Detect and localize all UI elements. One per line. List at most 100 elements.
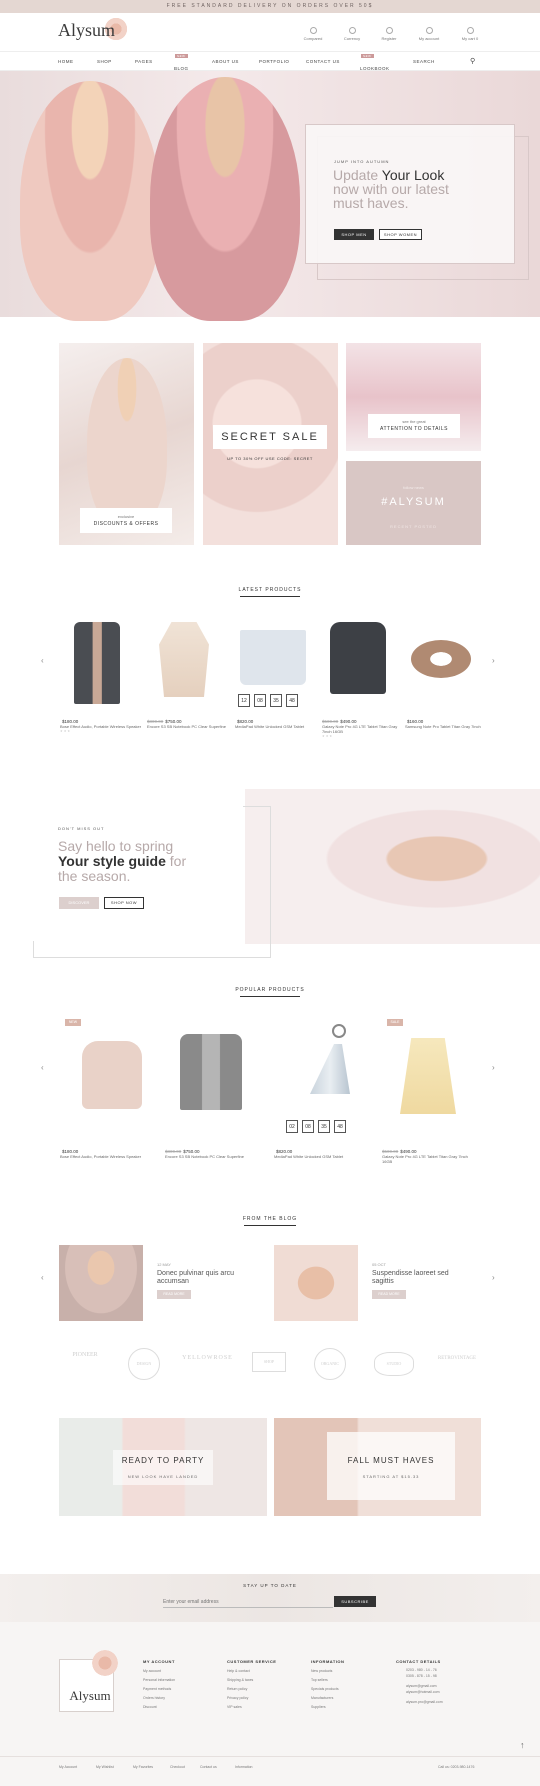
sale-badge: SALE bbox=[387, 1019, 403, 1026]
footer-link[interactable]: Discount bbox=[143, 1703, 218, 1712]
spring-line2-bold: Your style guide bbox=[58, 853, 166, 869]
party-banner-title: READY TO PARTY bbox=[121, 1456, 205, 1465]
keyring-icon bbox=[332, 1024, 346, 1038]
blog-post-1-title[interactable]: Donec pulvinar quis arcu accumsan bbox=[157, 1270, 237, 1286]
spring-banner-image bbox=[245, 789, 540, 944]
footer-link[interactable]: Help & contact bbox=[227, 1667, 302, 1676]
discounts-big: DISCOUNTS & OFFERS bbox=[93, 521, 159, 527]
brand-logo-2[interactable]: DESIGN bbox=[128, 1348, 160, 1380]
brand-logo-3[interactable]: YELLOWROSE bbox=[180, 1355, 235, 1361]
footer-link[interactable]: Payment methods bbox=[143, 1685, 218, 1694]
latest-prev-arrow[interactable]: ‹ bbox=[41, 656, 44, 665]
latest-title-underline bbox=[240, 596, 300, 597]
product-card-5[interactable] bbox=[405, 612, 490, 707]
footer-email-3[interactable]: alysum.pro@gmail.com bbox=[396, 1699, 476, 1705]
footer-link[interactable]: Shipping & taxes bbox=[227, 1676, 302, 1685]
countdown-minutes: 35 bbox=[318, 1120, 330, 1133]
brand-logo-6[interactable]: STUDIO bbox=[374, 1352, 414, 1376]
footer-col-contact: CONTACT DETAILS 0203 - 980 - 14 - 76 030… bbox=[396, 1659, 476, 1705]
blog-post-2-read-more[interactable]: READ MORE bbox=[372, 1290, 406, 1299]
new-badge: NEW bbox=[65, 1019, 81, 1026]
cart-link[interactable]: My cart 0 bbox=[445, 27, 495, 41]
popular-card-4[interactable]: SALE bbox=[382, 1016, 477, 1136]
latest-next-arrow[interactable]: › bbox=[492, 656, 495, 665]
blog-prev-arrow[interactable]: ‹ bbox=[41, 1273, 44, 1282]
footer-email-2[interactable]: alysum@hotmail.com bbox=[396, 1689, 476, 1695]
brand-logo-1[interactable]: PIONEER bbox=[60, 1352, 110, 1358]
footer-link[interactable]: Suppliers bbox=[311, 1703, 386, 1712]
shop-men-button[interactable]: SHOP MEN bbox=[334, 229, 374, 240]
blog-next-arrow[interactable]: › bbox=[492, 1273, 495, 1282]
blog-post-1-read-more[interactable]: READ MORE bbox=[157, 1290, 191, 1299]
countdown-seconds: 48 bbox=[286, 694, 298, 707]
nav-contact[interactable]: CONTACT US bbox=[306, 59, 340, 64]
newsletter-email-input[interactable] bbox=[163, 1596, 333, 1608]
popular-info-2: $800.00 $750.00 Encore S3 SB Notebook PC … bbox=[165, 1149, 260, 1159]
bottom-link-wishlist[interactable]: My Wishlist bbox=[96, 1763, 114, 1772]
search-icon[interactable]: ⚲ bbox=[470, 57, 476, 65]
hero-line3: must haves. bbox=[333, 195, 409, 211]
footer-link[interactable]: Return policy bbox=[227, 1685, 302, 1694]
footer-link[interactable]: My account bbox=[143, 1667, 218, 1676]
footer-link[interactable]: Privacy policy bbox=[227, 1694, 302, 1703]
subscribe-button[interactable]: SUBSCRIBE bbox=[334, 1596, 376, 1607]
footer-link[interactable]: Orders history bbox=[143, 1694, 218, 1703]
footer-link[interactable]: New products bbox=[311, 1667, 386, 1676]
footer-link[interactable]: Specials products bbox=[311, 1685, 386, 1694]
popular-products-title: POPULAR PRODUCTS bbox=[235, 987, 305, 993]
footer-link[interactable]: VIP sales bbox=[227, 1703, 302, 1712]
popular-card-2[interactable] bbox=[165, 1016, 260, 1136]
spring-line1: Say hello to spring bbox=[58, 838, 174, 854]
brand-logo-4[interactable]: SHOP bbox=[252, 1352, 286, 1372]
discounts-small: exclusive bbox=[117, 514, 135, 519]
details-small: see the great bbox=[402, 419, 426, 424]
site-logo[interactable]: Alysum bbox=[58, 20, 115, 41]
nav-pages[interactable]: PAGES bbox=[135, 59, 153, 64]
party-banner-subtitle: NEW LOOK HAVE LANDED bbox=[127, 1474, 199, 1479]
product-info-1: $180.00 Bose Effect Audio, Portable Wire… bbox=[60, 719, 145, 733]
popular-prev-arrow[interactable]: ‹ bbox=[41, 1063, 44, 1072]
spring-shop-now-button[interactable]: SHOP NOW bbox=[104, 897, 144, 909]
nav-portfolio[interactable]: PORTFOLIO bbox=[259, 59, 289, 64]
product-info-4: $500.00 $490.00 Galaxy Note Pro 4G LTE Ta… bbox=[322, 719, 407, 738]
footer-link[interactable]: Top sellers bbox=[311, 1676, 386, 1685]
product-card-4[interactable] bbox=[322, 612, 407, 707]
discover-button[interactable]: DISCOVER bbox=[59, 897, 99, 909]
blog-post-2-title[interactable]: Suspendisse laoreet sed sagittis bbox=[372, 1270, 452, 1286]
popular-card-1[interactable]: NEW bbox=[60, 1016, 155, 1136]
alysum-hashtag: #ALYSUM bbox=[381, 496, 446, 508]
popular-info-4: $500.00 $490.00 Galaxy Note Pro 4G LTE Ta… bbox=[382, 1149, 477, 1164]
bottom-link-contact[interactable]: Contact us bbox=[200, 1763, 217, 1772]
alysum-sub: RECENT POSTED bbox=[390, 524, 437, 529]
brand-logo-5[interactable]: ORGANIC bbox=[314, 1348, 346, 1380]
bottom-link-information[interactable]: Information bbox=[235, 1763, 253, 1772]
nav-about[interactable]: ABOUT US bbox=[212, 59, 239, 64]
product-card-2[interactable] bbox=[147, 612, 232, 707]
cart-label: My cart 0 bbox=[461, 36, 479, 41]
footer-links: Help & contact Shipping & taxes Return p… bbox=[227, 1667, 302, 1712]
bottom-link-favorites[interactable]: My Favorites bbox=[133, 1763, 153, 1772]
product-card-1[interactable] bbox=[60, 612, 145, 707]
shop-women-button[interactable]: SHOP WOMEN bbox=[379, 229, 422, 240]
blog-post-1-image[interactable] bbox=[59, 1245, 143, 1321]
footer-logo[interactable]: Alysum bbox=[59, 1688, 121, 1704]
countdown-days: 12 bbox=[238, 694, 250, 707]
nav-shop[interactable]: SHOP bbox=[97, 59, 112, 64]
nav-home[interactable]: HOME bbox=[58, 59, 74, 64]
brand-logo-7[interactable]: RETROVINTAGE bbox=[432, 1356, 482, 1361]
footer-phone: Call us: 0203-980-1476 bbox=[438, 1765, 475, 1769]
product-image-bag bbox=[240, 630, 306, 685]
popular-card-3[interactable]: 02 08 35 48 bbox=[280, 1016, 375, 1136]
countdown-days: 02 bbox=[286, 1120, 298, 1133]
product-card-3[interactable]: 12 08 35 48 bbox=[235, 612, 320, 707]
back-to-top-icon[interactable]: ↑ bbox=[520, 1740, 525, 1750]
product-name: MediaPad White Unlocked GSM Tablet bbox=[235, 724, 305, 729]
user-icon bbox=[385, 27, 393, 34]
footer-link[interactable]: Personal information bbox=[143, 1676, 218, 1685]
footer-link[interactable]: Manufacturers bbox=[311, 1694, 386, 1703]
bottom-link-account[interactable]: My Account bbox=[59, 1763, 77, 1772]
bottom-link-checkout[interactable]: Checkout bbox=[170, 1763, 185, 1772]
popular-next-arrow[interactable]: › bbox=[492, 1063, 495, 1072]
nav-search[interactable]: SEARCH bbox=[413, 59, 435, 64]
blog-post-2-image[interactable] bbox=[274, 1245, 358, 1321]
